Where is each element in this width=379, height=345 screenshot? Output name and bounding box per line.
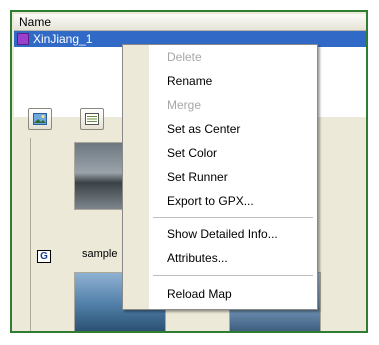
tab-list[interactable] [80, 108, 104, 130]
menu-item-rename[interactable]: Rename [167, 72, 212, 90]
menu-icon-gutter [123, 45, 149, 309]
menu-separator [153, 217, 313, 218]
menu-separator [153, 275, 313, 276]
menu-item-set-as-center[interactable]: Set as Center [167, 120, 240, 138]
name-column-header[interactable]: Name [14, 14, 366, 31]
menu-item-delete[interactable]: Delete [167, 48, 202, 66]
menu-item-set-color[interactable]: Set Color [167, 144, 217, 162]
track-row-label: XinJiang_1 [33, 32, 93, 46]
photo-view-icon [33, 113, 47, 125]
photo-caption: sample [82, 248, 118, 260]
tab-photos[interactable] [28, 108, 52, 130]
gps-badge: G [37, 250, 51, 263]
context-menu: Delete Rename Merge Set as Center Set Co… [122, 44, 318, 310]
list-view-icon [85, 113, 99, 125]
menu-item-merge[interactable]: Merge [167, 96, 201, 114]
menu-item-export-gpx[interactable]: Export to GPX... [167, 192, 254, 210]
track-color-swatch [17, 33, 29, 45]
name-column-label: Name [19, 15, 52, 29]
menu-item-reload-map[interactable]: Reload Map [167, 285, 232, 303]
menu-item-set-runner[interactable]: Set Runner [167, 168, 228, 186]
menu-item-show-detailed-info[interactable]: Show Detailed Info... [167, 225, 278, 243]
menu-item-attributes[interactable]: Attributes... [167, 249, 228, 267]
